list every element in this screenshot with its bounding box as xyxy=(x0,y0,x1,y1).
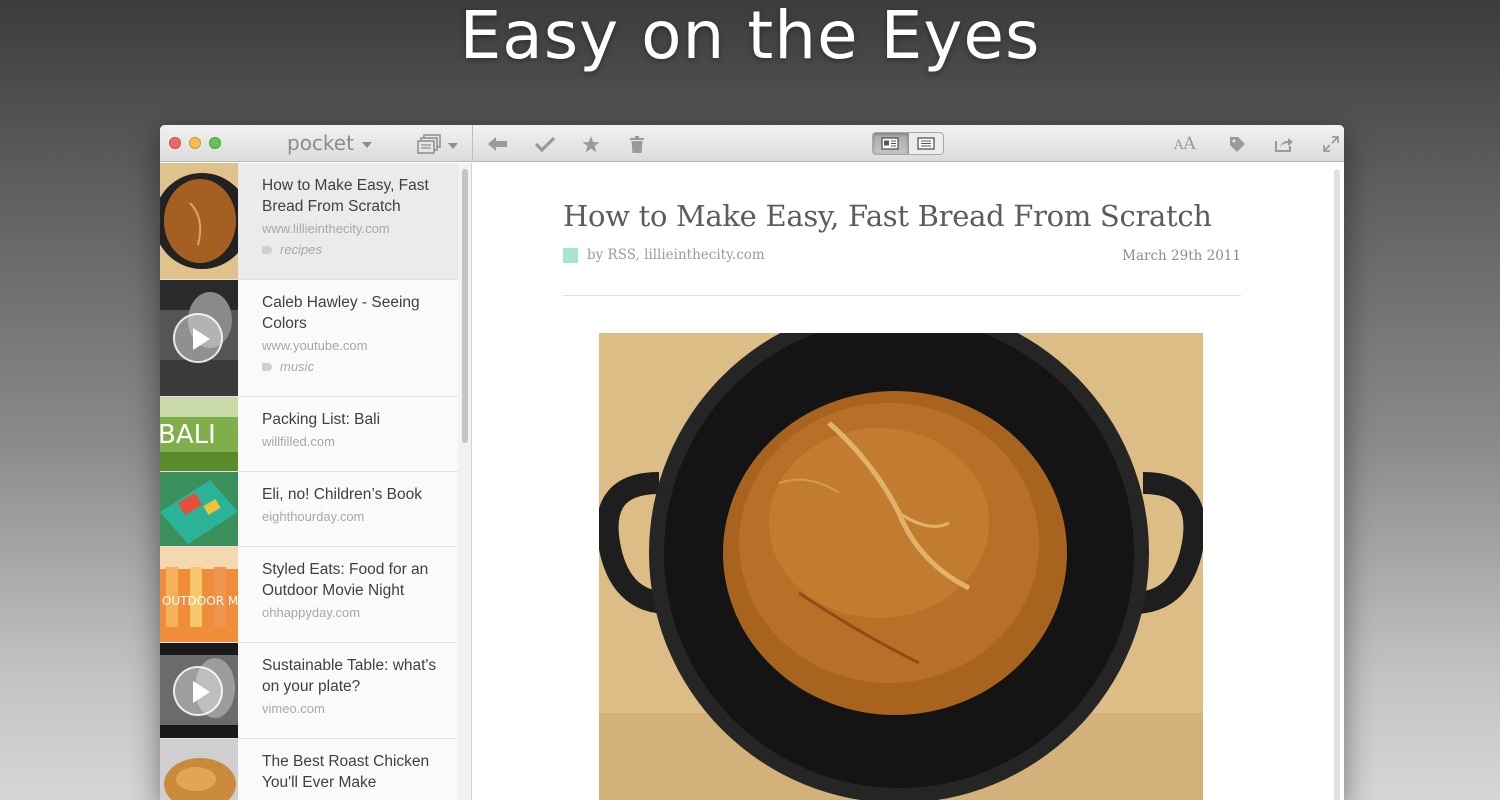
app-menu[interactable]: pocket xyxy=(287,131,372,155)
article-byline: by RSS, lillieinthecity.com xyxy=(563,247,765,263)
toolbar: pocket AA xyxy=(160,125,1344,162)
list-item[interactable]: Eli, no! Children’s Book eighthourday.co… xyxy=(160,472,458,547)
star-icon[interactable] xyxy=(581,134,601,154)
thumbnail-book xyxy=(160,472,238,546)
item-domain: ohhappyday.com xyxy=(262,605,361,620)
chevron-down-icon xyxy=(361,141,372,148)
item-tag: recipes xyxy=(262,242,448,257)
item-domain: vimeo.com xyxy=(262,701,325,716)
thumbnail-video xyxy=(160,643,238,738)
list-item[interactable]: BALI Packing List: Bali willfilled.com xyxy=(160,397,458,472)
thumbnail-text: BALI xyxy=(160,420,216,450)
zoom-window-button[interactable] xyxy=(209,137,221,149)
item-tag-label: music xyxy=(280,359,314,374)
item-title: How to Make Easy, Fast Bread From Scratc… xyxy=(262,177,429,215)
fullscreen-icon[interactable] xyxy=(1321,134,1341,154)
item-title: Sustainable Table: what's on your plate? xyxy=(262,657,437,695)
source-color-swatch xyxy=(563,247,578,263)
window-controls xyxy=(169,137,221,149)
font-size-icon[interactable]: AA xyxy=(1174,134,1196,154)
thumbnail-video xyxy=(160,280,238,396)
article-view: How to Make Easy, Fast Bread From Scratc… xyxy=(473,163,1344,800)
item-title: Packing List: Bali xyxy=(262,411,381,428)
app-brand: pocket xyxy=(287,131,354,155)
back-arrow-icon[interactable] xyxy=(488,134,508,154)
item-tag: music xyxy=(262,359,448,374)
item-title: Styled Eats: Food for an Outdoor Movie N… xyxy=(262,561,429,599)
trash-icon[interactable] xyxy=(627,134,647,154)
item-domain: eighthourday.com xyxy=(262,509,365,524)
view-mode-toggle xyxy=(872,132,944,155)
app-window: pocket AA How to Make Easy, Fast Bread F… xyxy=(160,125,1344,800)
list-item[interactable]: Sustainable Table: what's on your plate?… xyxy=(160,643,458,739)
article-title: How to Make Easy, Fast Bread From Scratc… xyxy=(563,199,1212,233)
byline-text: by RSS, lillieinthecity.com xyxy=(587,247,765,263)
web-view-icon[interactable] xyxy=(909,133,944,154)
minimize-window-button[interactable] xyxy=(189,137,201,149)
item-title: Eli, no! Children’s Book xyxy=(262,486,422,503)
reading-list: How to Make Easy, Fast Bread From Scratc… xyxy=(160,163,472,800)
item-domain: willfilled.com xyxy=(262,434,335,449)
list-item[interactable]: The Best Roast Chicken You'll Ever Make xyxy=(160,739,458,800)
toolbar-divider xyxy=(472,125,473,162)
article-scrollbar[interactable] xyxy=(1334,169,1340,800)
close-window-button[interactable] xyxy=(169,137,181,149)
chevron-down-icon xyxy=(448,142,458,149)
tag-icon xyxy=(262,362,272,371)
stacked-pages-icon xyxy=(417,134,441,154)
list-item[interactable]: Caleb Hawley - Seeing Colors www.youtube… xyxy=(160,280,458,397)
divider xyxy=(563,295,1241,296)
tag-icon[interactable] xyxy=(1227,134,1247,154)
list-scrollbar-thumb[interactable] xyxy=(462,169,468,443)
play-icon xyxy=(173,313,223,363)
checkmark-icon[interactable] xyxy=(535,134,555,154)
item-tag-label: recipes xyxy=(280,242,322,257)
article-date: March 29th 2011 xyxy=(1122,248,1241,264)
thumbnail-bread xyxy=(160,163,238,279)
thumbnail-outdoor-movie: OUTDOOR MOVIE NI xyxy=(160,547,238,642)
list-view-menu[interactable] xyxy=(416,134,458,154)
font-size-big-label: A xyxy=(1183,134,1196,154)
headline: Easy on the Eyes xyxy=(459,0,1041,74)
thumbnail-bali: BALI xyxy=(160,397,238,471)
share-icon[interactable] xyxy=(1274,134,1294,154)
list-item[interactable]: OUTDOOR MOVIE NI Styled Eats: Food for a… xyxy=(160,547,458,643)
thumbnail-roast-chicken xyxy=(160,739,238,800)
item-title: Caleb Hawley - Seeing Colors xyxy=(262,294,420,332)
font-size-small-label: A xyxy=(1174,138,1184,153)
thumbnail-text: OUTDOOR MOVIE NI xyxy=(162,594,238,608)
article-view-icon[interactable] xyxy=(873,133,909,154)
list-item[interactable]: How to Make Easy, Fast Bread From Scratc… xyxy=(160,163,458,280)
tag-icon xyxy=(262,245,272,254)
play-icon xyxy=(173,666,223,716)
item-title: The Best Roast Chicken You'll Ever Make xyxy=(262,753,430,791)
item-domain: www.youtube.com xyxy=(262,338,368,353)
item-domain: www.lillieinthecity.com xyxy=(262,221,390,236)
article-image-bread-in-pot xyxy=(599,333,1203,800)
